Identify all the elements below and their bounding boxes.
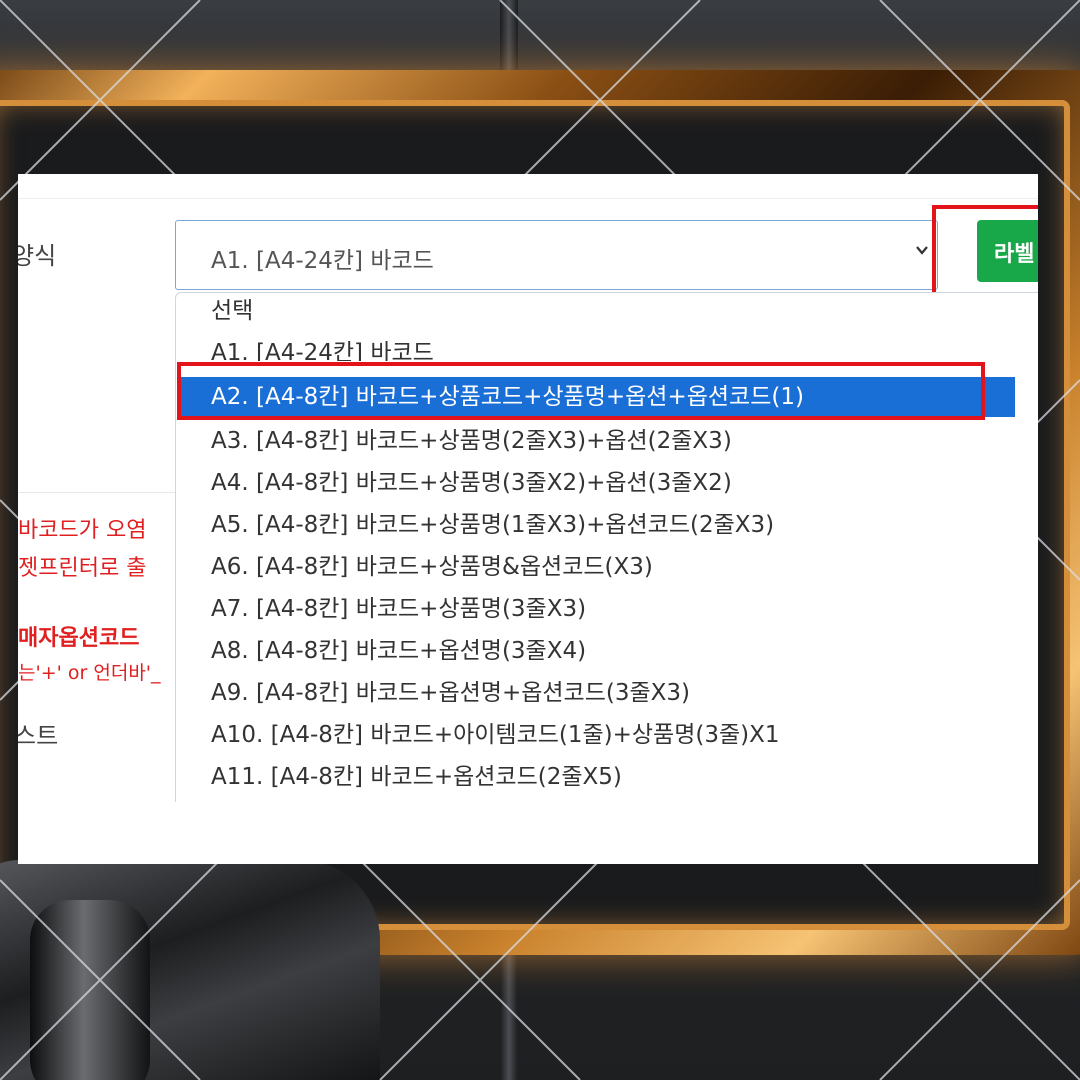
dropdown-option[interactable]: A3. [A4-8칸] 바코드+상품명(2줄X3)+옵션(2줄X3): [211, 421, 732, 461]
dropdown-option[interactable]: A11. [A4-8칸] 바코드+옵션코드(2줄X5): [211, 757, 622, 797]
dropdown-option[interactable]: 선택: [211, 291, 253, 331]
chevron-down-icon: [916, 246, 928, 255]
dropdown-option[interactable]: A9. [A4-8칸] 바코드+옵션명+옵션코드(3줄X3): [211, 673, 690, 713]
screenshot-card: 양식 A1. [A4-24칸] 바코드 라벨 바코드가 오염 젯프린터로 출 매…: [18, 174, 1038, 864]
dropdown-option[interactable]: A5. [A4-8칸] 바코드+상품명(1줄X3)+옵션코드(2줄X3): [211, 505, 774, 545]
dropdown-option[interactable]: A6. [A4-8칸] 바코드+상품명&옵션코드(X3): [211, 547, 653, 587]
card-bottom: [18, 802, 1038, 864]
test-label: 스트: [18, 722, 59, 750]
format-select[interactable]: A1. [A4-24칸] 바코드: [175, 220, 938, 290]
dropdown-option[interactable]: A8. [A4-8칸] 바코드+옵션명(3줄X4): [211, 631, 586, 671]
format-label: 양식: [18, 242, 57, 270]
warning-text-line-1: 바코드가 오염: [18, 518, 147, 543]
divider: [18, 492, 188, 493]
highlight-annotation-option: [177, 362, 985, 420]
warning-text-line-3: 매자옵션코드: [18, 626, 140, 651]
warning-text-line-4: 는'+' or 언더바'_: [18, 662, 161, 684]
format-select-value: A1. [A4-24칸] 바코드: [211, 248, 434, 274]
dropdown-option[interactable]: A4. [A4-8칸] 바코드+상품명(3줄X2)+옵션(3줄X2): [211, 463, 732, 503]
dropdown-option[interactable]: A7. [A4-8칸] 바코드+상품명(3줄X3): [211, 589, 586, 629]
warning-text-line-2: 젯프린터로 출: [18, 556, 147, 581]
divider: [18, 198, 1038, 199]
dropdown-option[interactable]: A10. [A4-8칸] 바코드+아이템코드(1줄)+상품명(3줄)X1: [211, 715, 780, 755]
